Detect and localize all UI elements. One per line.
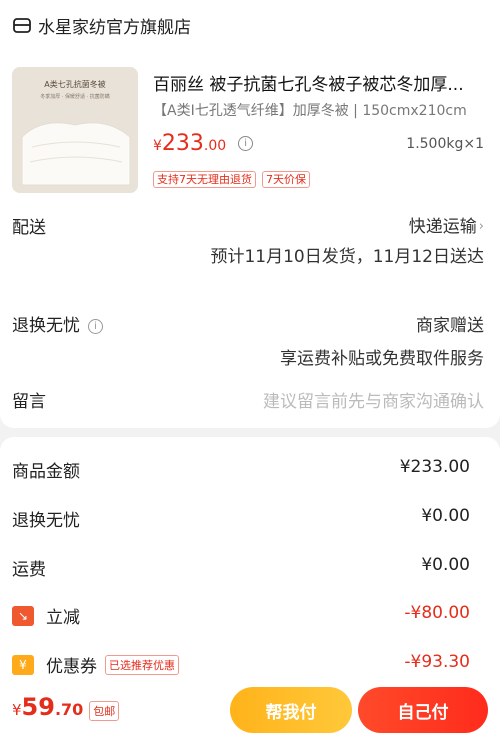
shipping-value: ¥0.00 [421, 555, 470, 575]
product-image-caption: A类七孔抗菌冬被 [44, 80, 106, 89]
product-spec[interactable]: 【A类I七孔透气纤维】加厚冬被 | 150cmx210cm [153, 100, 493, 120]
discount-label: 立减 [46, 608, 80, 628]
delivery-method[interactable]: 快递运输 › [409, 212, 484, 237]
pay-button[interactable]: 自己付 [358, 687, 488, 733]
product-quantity[interactable]: 1.500kg×1 [406, 136, 484, 152]
coupon-value[interactable]: -¥93.30 [404, 652, 470, 672]
returns-fee-label: 退换无忧 [12, 511, 80, 531]
coupon-icon: ¥ [12, 654, 34, 675]
total-decimal: .70 [54, 700, 84, 719]
order-card: 水星家纺官方旗舰店 A类七孔抗菌冬被 冬季加厚 · 保暖舒适 · 抗菌防螨 百丽… [0, 0, 500, 428]
shipping-label: 运费 [12, 560, 46, 580]
free-shipping-badge: 包邮 [89, 701, 120, 721]
service-tags: 支持7天无理由退货 7天价保 [153, 171, 310, 188]
product-title[interactable]: 百丽丝 被子抗菌七孔冬被子被芯冬加厚... [153, 70, 493, 95]
returns-label-text: 退换无忧 [12, 316, 80, 336]
coupon-row[interactable]: ¥ 优惠券 已选推荐优惠 [12, 652, 179, 677]
price-currency: ¥ [153, 138, 162, 154]
goods-amount-value: ¥233.00 [399, 457, 470, 477]
product-image[interactable]: A类七孔抗菌冬被 冬季加厚 · 保暖舒适 · 抗菌防螨 [12, 67, 138, 193]
price-integer: 233 [161, 131, 204, 156]
goods-amount-label: 商品金额 [12, 462, 80, 482]
tag-7day-return: 支持7天无理由退货 [153, 171, 256, 188]
store-icon [13, 18, 31, 33]
delivery-eta: 预计11月10日发货，11月12日送达 [210, 247, 484, 267]
discount-value: -¥80.00 [404, 603, 470, 623]
discount-icon: ↘ [12, 605, 34, 626]
message-input[interactable]: 建议留言前先与商家沟通确认 [263, 387, 484, 412]
help-pay-button[interactable]: 帮我付 [230, 687, 352, 733]
delivery-label: 配送 [12, 218, 46, 238]
total-price: ¥ 59 .70 包邮 [12, 693, 120, 721]
store-name: 水星家纺官方旗舰店 [38, 17, 191, 38]
message-label: 留言 [12, 392, 46, 412]
price-info-icon[interactable]: i [238, 136, 254, 151]
discount-row[interactable]: ↘ 立减 [12, 603, 80, 628]
total-integer: 59 [21, 693, 55, 721]
delivery-method-text: 快递运输 [408, 217, 477, 237]
checkout-bar: ¥ 59 .70 包邮 帮我付 自己付 [0, 680, 500, 742]
returns-provider: 商家赠送 [416, 316, 484, 336]
returns-info-icon[interactable]: i [88, 318, 103, 334]
product-image-subcaption: 冬季加厚 · 保暖舒适 · 抗菌防螨 [40, 94, 110, 100]
tag-price-protect: 7天价保 [262, 171, 310, 188]
price-decimal: .00 [203, 138, 227, 154]
returns-fee-value: ¥0.00 [421, 506, 470, 526]
returns-label: 退换无忧 i [12, 311, 103, 336]
coupon-badge: 已选推荐优惠 [105, 654, 179, 675]
coupon-label: 优惠券 [46, 657, 97, 677]
store-header[interactable]: 水星家纺官方旗舰店 [12, 12, 191, 38]
total-currency: ¥ [12, 701, 22, 719]
returns-desc: 享运费补贴或免费取件服务 [280, 349, 484, 369]
chevron-right-icon: › [478, 219, 484, 234]
product-price: ¥ 233 .00 i [153, 131, 254, 156]
